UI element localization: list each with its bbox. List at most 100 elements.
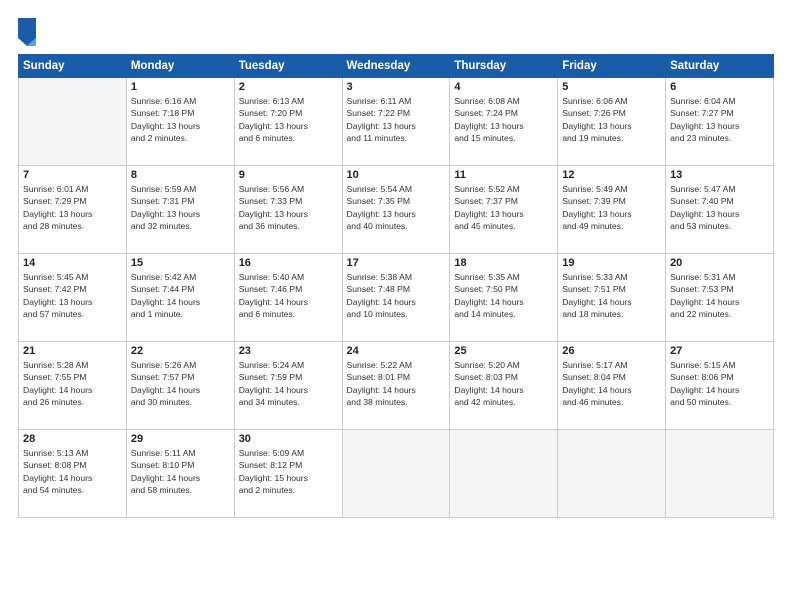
day-info: Sunrise: 5:11 AM Sunset: 8:10 PM Dayligh… [131,447,230,497]
day-cell: 30 Sunrise: 5:09 AM Sunset: 8:12 PM Dayli… [234,430,342,518]
day-cell: 16 Sunrise: 5:40 AM Sunset: 7:46 PM Dayli… [234,254,342,342]
day-info: Sunrise: 5:45 AM Sunset: 7:42 PM Dayligh… [23,271,122,321]
day-info: Sunrise: 6:08 AM Sunset: 7:24 PM Dayligh… [454,95,553,145]
header [18,18,774,46]
day-info: Sunrise: 5:49 AM Sunset: 7:39 PM Dayligh… [562,183,661,233]
day-cell: 2Sunrise: 6:13 AM Sunset: 7:20 PM Daylig… [234,78,342,166]
page: SundayMondayTuesdayWednesdayThursdayFrid… [0,0,792,612]
day-info: Sunrise: 5:28 AM Sunset: 7:55 PM Dayligh… [23,359,122,409]
day-number: 5 [562,81,661,93]
day-info: Sunrise: 6:01 AM Sunset: 7:29 PM Dayligh… [23,183,122,233]
day-cell [342,430,450,518]
day-number: 6 [670,81,769,93]
day-info: Sunrise: 5:56 AM Sunset: 7:33 PM Dayligh… [239,183,338,233]
weekday-saturday: Saturday [666,55,774,78]
day-info: Sunrise: 5:54 AM Sunset: 7:35 PM Dayligh… [347,183,446,233]
day-number: 25 [454,345,553,357]
day-number: 21 [23,345,122,357]
day-cell: 28 Sunrise: 5:13 AM Sunset: 8:08 PM Dayli… [19,430,127,518]
day-cell: 18Sunrise: 5:35 AM Sunset: 7:50 PM Dayli… [450,254,558,342]
weekday-tuesday: Tuesday [234,55,342,78]
day-info: Sunrise: 5:20 AM Sunset: 8:03 PM Dayligh… [454,359,553,409]
day-cell: 26Sunrise: 5:17 AM Sunset: 8:04 PM Dayli… [558,342,666,430]
day-cell: 19 Sunrise: 5:33 AM Sunset: 7:51 PM Dayli… [558,254,666,342]
day-info: Sunrise: 5:22 AM Sunset: 8:01 PM Dayligh… [347,359,446,409]
day-cell: 6 Sunrise: 6:04 AM Sunset: 7:27 PM Daylig… [666,78,774,166]
day-info: Sunrise: 5:38 AM Sunset: 7:48 PM Dayligh… [347,271,446,321]
day-number: 24 [347,345,446,357]
day-cell: 8Sunrise: 5:59 AM Sunset: 7:31 PM Daylig… [126,166,234,254]
weekday-thursday: Thursday [450,55,558,78]
week-row-4: 21 Sunrise: 5:28 AM Sunset: 7:55 PM Dayli… [19,342,774,430]
weekday-sunday: Sunday [19,55,127,78]
week-row-5: 28 Sunrise: 5:13 AM Sunset: 8:08 PM Dayli… [19,430,774,518]
day-cell [666,430,774,518]
day-info: Sunrise: 5:33 AM Sunset: 7:51 PM Dayligh… [562,271,661,321]
day-cell: 13 Sunrise: 5:47 AM Sunset: 7:40 PM Dayli… [666,166,774,254]
day-cell: 24 Sunrise: 5:22 AM Sunset: 8:01 PM Dayli… [342,342,450,430]
day-info: Sunrise: 5:09 AM Sunset: 8:12 PM Dayligh… [239,447,338,497]
day-number: 27 [670,345,769,357]
day-cell: 29Sunrise: 5:11 AM Sunset: 8:10 PM Dayli… [126,430,234,518]
day-info: Sunrise: 5:35 AM Sunset: 7:50 PM Dayligh… [454,271,553,321]
day-number: 9 [239,169,338,181]
calendar-table: SundayMondayTuesdayWednesdayThursdayFrid… [18,54,774,518]
weekday-wednesday: Wednesday [342,55,450,78]
day-number: 4 [454,81,553,93]
day-number: 20 [670,257,769,269]
day-cell [19,78,127,166]
day-cell: 1Sunrise: 6:16 AM Sunset: 7:18 PM Daylig… [126,78,234,166]
day-cell: 15 Sunrise: 5:42 AM Sunset: 7:44 PM Dayli… [126,254,234,342]
day-info: Sunrise: 6:13 AM Sunset: 7:20 PM Dayligh… [239,95,338,145]
day-info: Sunrise: 5:47 AM Sunset: 7:40 PM Dayligh… [670,183,769,233]
day-number: 8 [131,169,230,181]
day-number: 17 [347,257,446,269]
day-info: Sunrise: 5:24 AM Sunset: 7:59 PM Dayligh… [239,359,338,409]
day-info: Sunrise: 6:06 AM Sunset: 7:26 PM Dayligh… [562,95,661,145]
day-cell: 14Sunrise: 5:45 AM Sunset: 7:42 PM Dayli… [19,254,127,342]
day-number: 1 [131,81,230,93]
day-cell [558,430,666,518]
calendar-header: SundayMondayTuesdayWednesdayThursdayFrid… [19,55,774,78]
weekday-friday: Friday [558,55,666,78]
day-number: 12 [562,169,661,181]
day-cell: 22 Sunrise: 5:26 AM Sunset: 7:57 PM Dayli… [126,342,234,430]
day-info: Sunrise: 6:04 AM Sunset: 7:27 PM Dayligh… [670,95,769,145]
day-info: Sunrise: 5:40 AM Sunset: 7:46 PM Dayligh… [239,271,338,321]
day-cell: 7 Sunrise: 6:01 AM Sunset: 7:29 PM Daylig… [19,166,127,254]
week-row-3: 14Sunrise: 5:45 AM Sunset: 7:42 PM Dayli… [19,254,774,342]
calendar-body: 1Sunrise: 6:16 AM Sunset: 7:18 PM Daylig… [19,78,774,518]
day-info: Sunrise: 5:13 AM Sunset: 8:08 PM Dayligh… [23,447,122,497]
day-info: Sunrise: 5:26 AM Sunset: 7:57 PM Dayligh… [131,359,230,409]
day-info: Sunrise: 6:11 AM Sunset: 7:22 PM Dayligh… [347,95,446,145]
day-number: 15 [131,257,230,269]
day-number: 23 [239,345,338,357]
day-cell: 12 Sunrise: 5:49 AM Sunset: 7:39 PM Dayli… [558,166,666,254]
day-number: 7 [23,169,122,181]
day-cell [450,430,558,518]
day-cell: 9 Sunrise: 5:56 AM Sunset: 7:33 PM Daylig… [234,166,342,254]
day-number: 30 [239,433,338,445]
day-cell: 3 Sunrise: 6:11 AM Sunset: 7:22 PM Daylig… [342,78,450,166]
day-cell: 17 Sunrise: 5:38 AM Sunset: 7:48 PM Dayli… [342,254,450,342]
day-cell: 4 Sunrise: 6:08 AM Sunset: 7:24 PM Daylig… [450,78,558,166]
day-info: Sunrise: 5:42 AM Sunset: 7:44 PM Dayligh… [131,271,230,321]
day-info: Sunrise: 5:52 AM Sunset: 7:37 PM Dayligh… [454,183,553,233]
day-number: 3 [347,81,446,93]
week-row-2: 7 Sunrise: 6:01 AM Sunset: 7:29 PM Daylig… [19,166,774,254]
day-number: 28 [23,433,122,445]
day-number: 19 [562,257,661,269]
day-cell: 21 Sunrise: 5:28 AM Sunset: 7:55 PM Dayli… [19,342,127,430]
day-number: 13 [670,169,769,181]
day-cell: 23 Sunrise: 5:24 AM Sunset: 7:59 PM Dayli… [234,342,342,430]
day-number: 10 [347,169,446,181]
day-cell: 10 Sunrise: 5:54 AM Sunset: 7:35 PM Dayli… [342,166,450,254]
day-info: Sunrise: 5:31 AM Sunset: 7:53 PM Dayligh… [670,271,769,321]
day-info: Sunrise: 5:15 AM Sunset: 8:06 PM Dayligh… [670,359,769,409]
day-cell: 25 Sunrise: 5:20 AM Sunset: 8:03 PM Dayli… [450,342,558,430]
day-number: 16 [239,257,338,269]
day-number: 22 [131,345,230,357]
day-number: 26 [562,345,661,357]
day-number: 11 [454,169,553,181]
logo-icon [18,18,36,46]
